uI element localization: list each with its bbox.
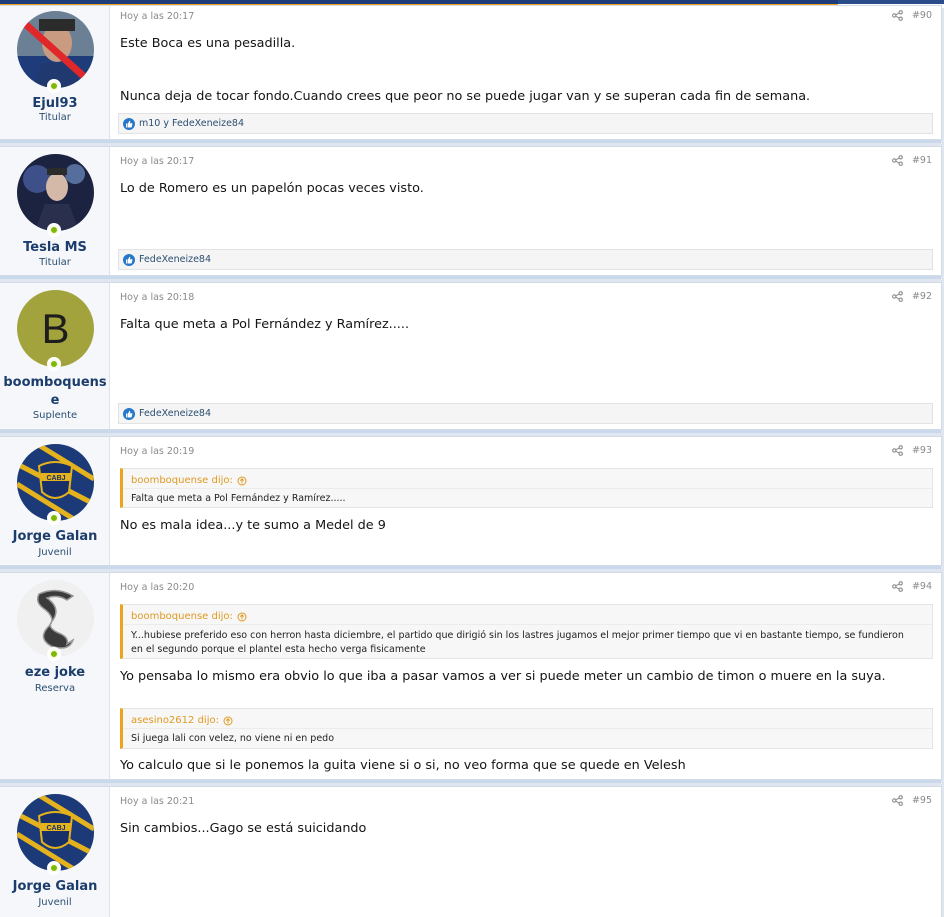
post-user-cell: CABJ Jorge Galan Juvenil: [0, 787, 110, 917]
post-text: Este Boca es una pesadilla.: [120, 36, 296, 51]
post-user-cell: B boomboquens e Suplente: [0, 283, 110, 429]
post-user-cell: eze joke Reserva: [0, 573, 110, 779]
reactions-bar[interactable]: FedeXeneize84: [118, 249, 933, 270]
quote-author[interactable]: boomboquense dijo:: [131, 475, 233, 486]
avatar[interactable]: CABJ: [17, 794, 94, 871]
quote-block: boomboquense dijo: Y...hubiese preferido…: [120, 604, 933, 659]
post-text: Sin cambios...Gago se está suicidando: [120, 821, 367, 836]
header-bar-right: [838, 0, 944, 4]
post-number[interactable]: #91: [912, 155, 932, 166]
post-91: Tesla MS Titular Hoy a las 20:17 #91 Lo …: [0, 146, 942, 279]
username[interactable]: eze joke: [0, 663, 110, 682]
post-user-cell: Tesla MS Titular: [0, 147, 110, 275]
post-actions: #92: [892, 291, 932, 302]
post-text: Lo de Romero es un papelón pocas veces v…: [120, 181, 424, 196]
post-number[interactable]: #93: [912, 445, 932, 456]
quote-author[interactable]: asesino2612 dijo:: [131, 715, 219, 726]
quote-text-line: Y...hubiese preferido eso con herron has…: [131, 630, 904, 641]
user-role: Titular: [39, 112, 71, 123]
user-role: Juvenil: [38, 547, 72, 558]
share-icon[interactable]: [892, 795, 903, 806]
post-90: Ejul93 Titular Hoy a las 20:17 #90 Este …: [0, 5, 942, 143]
quote-text: Falta que meta a Pol Fernández y Ramírez…: [123, 488, 932, 510]
post-user-cell: CABJ Jorge Galan Juvenil: [0, 437, 110, 565]
share-icon[interactable]: [892, 445, 903, 456]
share-icon[interactable]: [892, 155, 903, 166]
username[interactable]: Ejul93: [0, 94, 110, 113]
reactions-bar[interactable]: m10 y FedeXeneize84: [118, 113, 933, 134]
avatar-initial: B: [41, 304, 70, 352]
reactions-users[interactable]: FedeXeneize84: [139, 254, 211, 265]
user-role: Suplente: [32, 410, 78, 421]
post-actions: #91: [892, 155, 932, 166]
arrow-up-circle-icon[interactable]: [237, 612, 247, 622]
post-number[interactable]: #90: [912, 10, 932, 21]
post-time[interactable]: Hoy a las 20:18: [120, 292, 194, 303]
like-icon: [123, 117, 135, 130]
username-line-1[interactable]: boomboquens: [0, 373, 110, 392]
reactions-users[interactable]: FedeXeneize84: [139, 408, 211, 419]
avatar[interactable]: [17, 11, 94, 88]
online-status-icon: [47, 647, 61, 661]
avatar[interactable]: [17, 154, 94, 231]
post-text: Falta que meta a Pol Fernández y Ramírez…: [120, 317, 410, 332]
like-icon: [123, 407, 135, 420]
quote-header[interactable]: boomboquense dijo:: [123, 469, 932, 488]
post-time[interactable]: Hoy a las 20:17: [120, 156, 194, 167]
arrow-up-circle-icon[interactable]: [223, 716, 233, 726]
post-95: CABJ Jorge Galan Juvenil Hoy a las 20:21…: [0, 786, 942, 917]
avatar[interactable]: CABJ: [17, 444, 94, 521]
online-status-icon: [47, 223, 61, 237]
post-time[interactable]: Hoy a las 20:17: [120, 11, 194, 22]
user-role: Titular: [39, 257, 71, 268]
avatar[interactable]: [17, 580, 94, 657]
username[interactable]: Jorge Galan: [0, 527, 110, 546]
share-icon[interactable]: [892, 581, 903, 592]
quote-header[interactable]: boomboquense dijo:: [123, 605, 932, 624]
post-92: B boomboquens e Suplente Hoy a las 20:18…: [0, 282, 942, 433]
post-text: Yo calculo que si le ponemos la guita vi…: [120, 758, 686, 773]
quote-author[interactable]: boomboquense dijo:: [131, 611, 233, 622]
username-line-2[interactable]: e: [0, 391, 110, 410]
post-number[interactable]: #95: [912, 795, 932, 806]
post-actions: #95: [892, 795, 932, 806]
quote-header[interactable]: asesino2612 dijo:: [123, 709, 932, 728]
user-role: Reserva: [34, 683, 76, 694]
post-93: CABJ Jorge Galan Juvenil Hoy a las 20:19…: [0, 436, 942, 569]
reactions-users[interactable]: m10 y FedeXeneize84: [139, 118, 244, 129]
avatar[interactable]: B: [17, 290, 94, 367]
username[interactable]: Tesla MS: [0, 238, 110, 257]
post-number[interactable]: #94: [912, 581, 932, 592]
quote-block: asesino2612 dijo: Si juega lali con vele…: [120, 708, 933, 749]
post-94: eze joke Reserva Hoy a las 20:20 #94 boo…: [0, 572, 942, 783]
post-user-cell: Ejul93 Titular: [0, 6, 110, 139]
online-status-icon: [47, 861, 61, 875]
quote-text: Si juega lali con velez, no viene ni en …: [123, 728, 932, 750]
post-actions: #93: [892, 445, 932, 456]
online-status-icon: [47, 357, 61, 371]
online-status-icon: [47, 511, 61, 525]
post-actions: #90: [892, 10, 932, 21]
post-text: Yo pensaba lo mismo era obvio lo que iba…: [120, 669, 886, 684]
quote-block: boomboquense dijo: Falta que meta a Pol …: [120, 468, 933, 508]
share-icon[interactable]: [892, 10, 903, 21]
svg-text:CABJ: CABJ: [46, 475, 65, 482]
svg-text:CABJ: CABJ: [46, 825, 65, 832]
post-text: No es mala idea...y te sumo a Medel de 9: [120, 518, 386, 533]
quote-text-line: en el segundo porque el plantel esta hec…: [131, 644, 426, 655]
share-icon[interactable]: [892, 291, 903, 302]
user-role: Juvenil: [38, 897, 72, 908]
post-number[interactable]: #92: [912, 291, 932, 302]
arrow-up-circle-icon[interactable]: [237, 476, 247, 486]
username[interactable]: Jorge Galan: [0, 877, 110, 896]
post-actions: #94: [892, 581, 932, 592]
post-time[interactable]: Hoy a las 20:21: [120, 796, 194, 807]
post-text: Nunca deja de tocar fondo.Cuando crees q…: [120, 89, 811, 104]
quote-text: Y...hubiese preferido eso con herron has…: [123, 624, 932, 661]
online-status-icon: [47, 79, 61, 93]
reactions-bar[interactable]: FedeXeneize84: [118, 403, 933, 424]
post-time[interactable]: Hoy a las 20:20: [120, 582, 194, 593]
like-icon: [123, 253, 135, 266]
post-time[interactable]: Hoy a las 20:19: [120, 446, 194, 457]
